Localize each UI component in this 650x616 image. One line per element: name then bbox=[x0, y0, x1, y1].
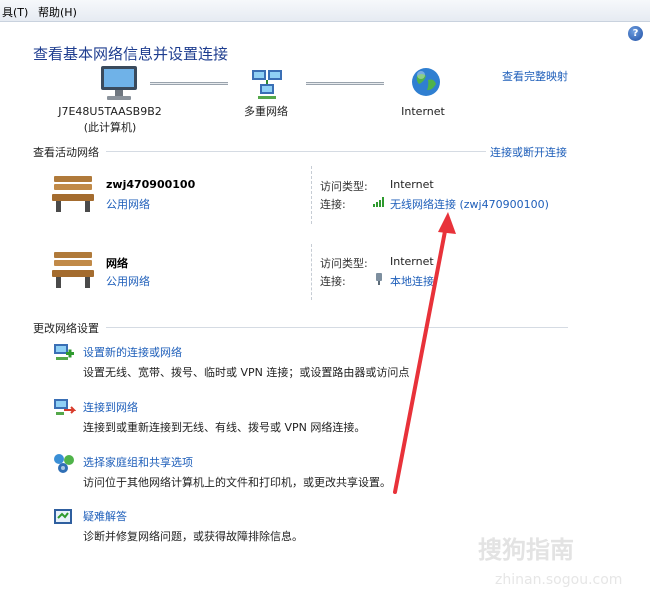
menu-tools[interactable]: 具(T) bbox=[2, 4, 28, 20]
new-connection-icon bbox=[54, 344, 74, 360]
internet-label: Internet bbox=[401, 105, 445, 118]
access-type-label: 访问类型: bbox=[320, 180, 368, 193]
active-networks-heading: 查看活动网络 bbox=[33, 146, 99, 159]
globe-icon bbox=[412, 68, 440, 96]
homegroup-sharing-link[interactable]: 选择家庭组和共享选项 bbox=[83, 454, 193, 470]
divider bbox=[106, 327, 568, 328]
view-full-map-link[interactable]: 查看完整映射 bbox=[502, 68, 568, 84]
access-type-label: 访问类型: bbox=[320, 257, 368, 270]
multiple-networks-label: 多重网络 bbox=[244, 105, 288, 118]
wireless-connection-link[interactable]: 无线网络连接 (zwj470900100) bbox=[390, 196, 549, 212]
setup-new-connection-link[interactable]: 设置新的连接或网络 bbox=[83, 344, 182, 360]
network-name: 网络 bbox=[106, 257, 128, 270]
access-type-value: Internet bbox=[390, 255, 434, 268]
troubleshoot-icon bbox=[54, 509, 72, 524]
task-description: 连接到或重新连接到无线、有线、拨号或 VPN 网络连接。 bbox=[83, 421, 366, 434]
task-description: 诊断并修复网络问题，或获得故障排除信息。 bbox=[83, 530, 303, 543]
help-icon[interactable]: ? bbox=[628, 26, 643, 41]
network-category-link[interactable]: 公用网络 bbox=[106, 273, 150, 289]
watermark-logo: 搜狗指南 bbox=[478, 536, 574, 564]
connection-label: 连接: bbox=[320, 275, 346, 288]
watermark-url: zhinan.sogou.com bbox=[495, 572, 623, 588]
troubleshoot-link[interactable]: 疑难解答 bbox=[83, 508, 127, 524]
bench-icon bbox=[52, 252, 94, 288]
connection-line bbox=[150, 82, 228, 85]
change-settings-heading: 更改网络设置 bbox=[33, 322, 99, 335]
access-type-value: Internet bbox=[390, 178, 434, 191]
wifi-signal-icon bbox=[373, 197, 384, 207]
task-description: 访问位于其他网络计算机上的文件和打印机，或更改共享设置。 bbox=[83, 476, 391, 489]
computer-label: J7E48U5TAASB9B2 (此计算机) bbox=[50, 104, 170, 136]
bench-icon bbox=[52, 176, 94, 212]
local-connection-link[interactable]: 本地连接 bbox=[390, 273, 434, 289]
connection-line bbox=[306, 82, 384, 85]
homegroup-icon bbox=[54, 454, 74, 473]
task-description: 设置无线、宽带、拨号、临时或 VPN 连接；或设置路由器或访问点 bbox=[83, 366, 410, 379]
divider bbox=[311, 244, 312, 300]
connect-network-icon bbox=[54, 399, 76, 415]
computer-sub: (此计算机) bbox=[83, 121, 137, 134]
page-title: 查看基本网络信息并设置连接 bbox=[33, 45, 229, 63]
connect-disconnect-link[interactable]: 连接或断开连接 bbox=[490, 144, 567, 160]
multiple-networks-icon bbox=[252, 70, 282, 99]
computer-name: J7E48U5TAASB9B2 bbox=[58, 105, 162, 118]
network-category-link[interactable]: 公用网络 bbox=[106, 196, 150, 212]
divider bbox=[106, 151, 486, 152]
ethernet-plug-icon bbox=[376, 273, 382, 285]
network-name: zwj470900100 bbox=[106, 178, 196, 191]
divider bbox=[311, 166, 312, 224]
connect-to-network-link[interactable]: 连接到网络 bbox=[83, 399, 138, 415]
menu-help[interactable]: 帮助(H) bbox=[38, 4, 77, 20]
computer-icon bbox=[101, 66, 137, 100]
menu-bar: 具(T) 帮助(H) bbox=[0, 0, 650, 22]
connection-label: 连接: bbox=[320, 198, 346, 211]
